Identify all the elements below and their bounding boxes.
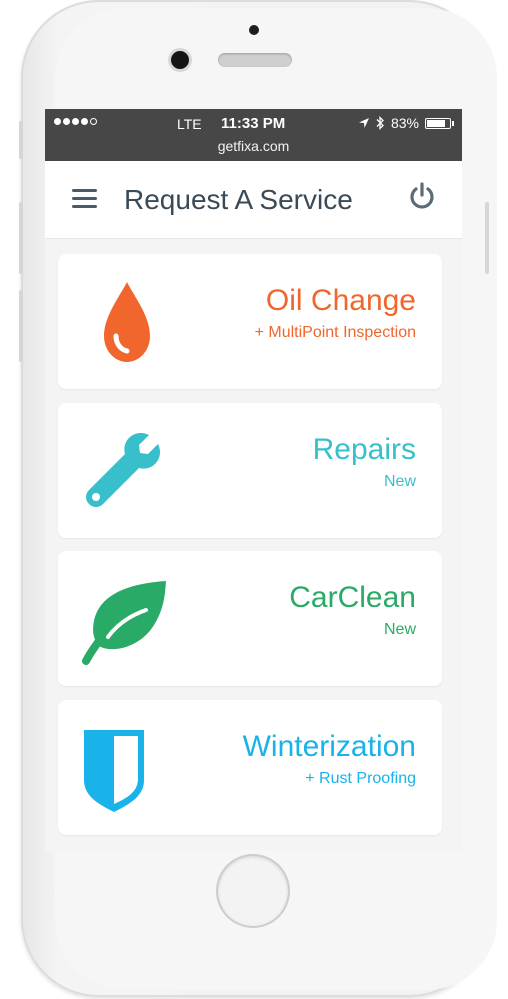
hamburger-menu-icon[interactable] [72,189,97,209]
service-title: Repairs [312,433,416,466]
service-subtitle: + MultiPoint Inspection [254,324,416,341]
service-card-carclean[interactable]: CarClean New [58,551,442,686]
browser-status-bar: LTE 11:33 PM 83% getfixa.com [45,109,462,161]
service-title: CarClean [289,581,416,614]
service-card-oil-change[interactable]: Oil Change + MultiPoint Inspection [58,254,442,389]
volume-down-button [19,290,23,362]
leaf-icon [82,581,166,665]
battery-tip [452,120,454,126]
bluetooth-icon [376,116,384,130]
wrench-icon [86,433,160,507]
power-side-button [485,202,489,274]
app-header: Request A Service [45,161,462,239]
oil-drop-icon [104,282,150,362]
shield-icon [84,730,144,812]
proximity-sensor [249,25,259,35]
battery-percent: 83% [390,115,419,131]
power-icon[interactable] [407,181,437,211]
service-subtitle: New [383,473,416,490]
front-camera [171,51,189,69]
page-title: Request A Service [124,184,353,215]
service-subtitle: + Rust Proofing [305,770,416,787]
service-title: Winterization [242,730,416,763]
phone-screen: LTE 11:33 PM 83% getfixa.com Request A S… [45,109,462,850]
service-card-repairs[interactable]: Repairs New [58,403,442,538]
page-url[interactable]: getfixa.com [45,138,462,154]
carrier-label: LTE [177,116,202,132]
status-time: 11:33 PM [221,115,286,132]
service-title: Oil Change [265,284,416,317]
service-card-winterization[interactable]: Winterization + Rust Proofing [58,700,442,835]
service-subtitle: New [383,621,416,638]
earpiece-speaker [218,53,292,67]
location-arrow-icon [358,118,369,128]
home-button[interactable] [218,856,288,926]
battery-icon [425,117,451,129]
mute-switch [19,121,23,159]
signal-strength-icon [54,118,97,125]
volume-up-button [19,202,23,274]
